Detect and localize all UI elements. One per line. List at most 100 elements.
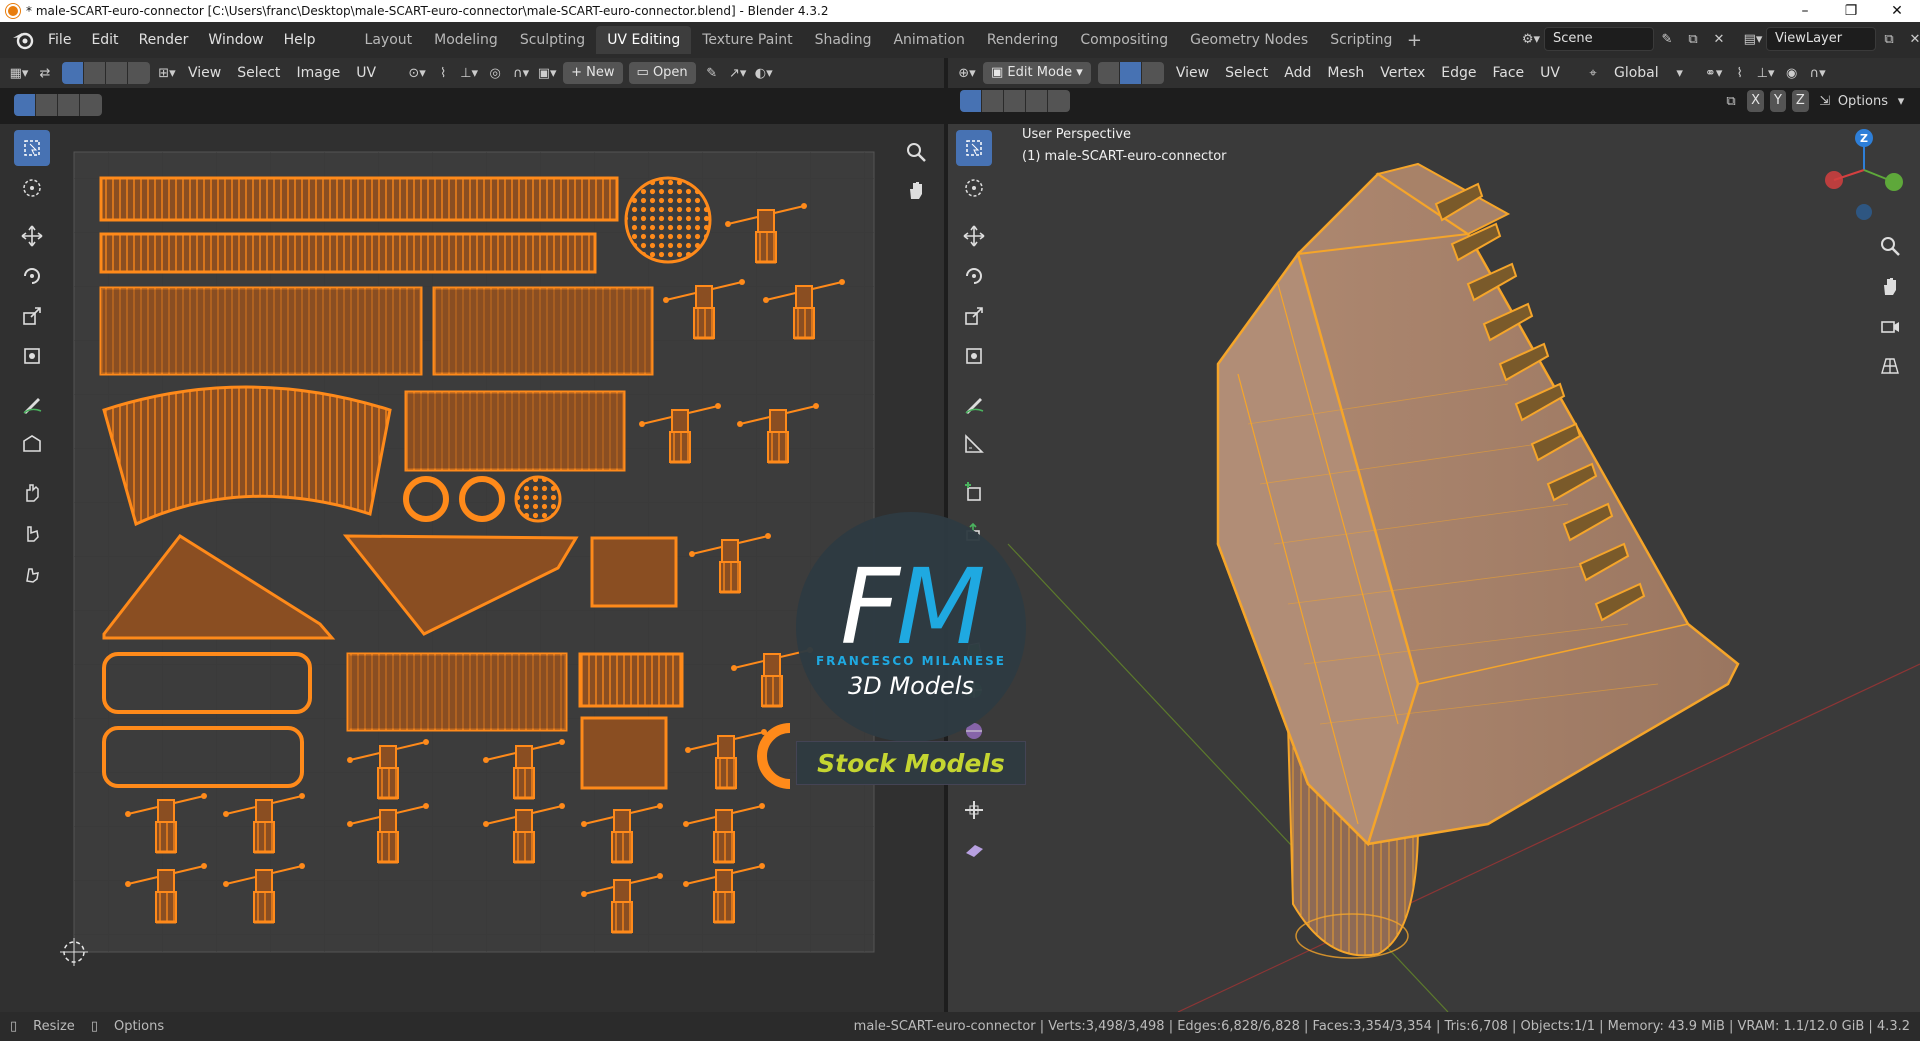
tab-compositing[interactable]: Compositing bbox=[1069, 26, 1179, 54]
scene-icon[interactable]: ⚙▾ bbox=[1518, 27, 1544, 51]
falloff-icon[interactable]: ∩▾ bbox=[508, 61, 534, 85]
uv-menu-uv[interactable]: UV bbox=[348, 65, 384, 81]
auto-merge-icon[interactable]: ⇲ bbox=[1812, 89, 1838, 113]
vp-menu-view[interactable]: View bbox=[1168, 65, 1217, 81]
orientation-dropdown-icon[interactable]: ▾ bbox=[1667, 61, 1693, 85]
tab-animation[interactable]: Animation bbox=[882, 26, 975, 54]
rip-region-tool-icon[interactable] bbox=[956, 832, 992, 868]
open-image-button[interactable]: ▭ Open bbox=[628, 62, 696, 84]
menu-render[interactable]: Render bbox=[129, 27, 199, 53]
tab-sculpting[interactable]: Sculpting bbox=[509, 26, 596, 54]
pin-icon[interactable]: ✎ bbox=[699, 61, 725, 85]
vp-pan-icon[interactable] bbox=[1872, 268, 1908, 304]
mirror-y-toggle[interactable]: Y bbox=[1769, 90, 1786, 112]
camera-view-icon[interactable] bbox=[1872, 308, 1908, 344]
uv-menu-image[interactable]: Image bbox=[288, 65, 348, 81]
new-scene-icon[interactable]: ⧉ bbox=[1680, 27, 1706, 51]
mirror-icon[interactable]: ⧉ bbox=[1718, 89, 1744, 113]
measure-tool-icon[interactable] bbox=[956, 426, 992, 462]
snap-icon[interactable]: ⌇ bbox=[430, 61, 456, 85]
options-dropdown[interactable]: Options bbox=[1838, 94, 1888, 109]
uv-zoom-icon[interactable] bbox=[898, 134, 934, 170]
vp-annotate-tool-icon[interactable] bbox=[956, 386, 992, 422]
add-cube-tool-icon[interactable] bbox=[956, 474, 992, 510]
image-browse-icon[interactable]: ▣▾ bbox=[534, 61, 560, 85]
delete-view-layer-icon[interactable]: ✕ bbox=[1902, 27, 1920, 51]
rip-tool-icon[interactable] bbox=[14, 426, 50, 462]
view-layer-icon[interactable]: ▤▾ bbox=[1740, 27, 1766, 51]
vp-menu-uv[interactable]: UV bbox=[1532, 65, 1568, 81]
transform-orientation-icon[interactable]: ⌖ bbox=[1580, 61, 1606, 85]
tab-texture-paint[interactable]: Texture Paint bbox=[691, 26, 803, 54]
delete-scene-icon[interactable]: ✕ bbox=[1706, 27, 1732, 51]
scene-pin-icon[interactable]: ✎ bbox=[1654, 27, 1680, 51]
sticky-select-icon[interactable]: ⊞▾ bbox=[154, 61, 180, 85]
select-box-tool-icon[interactable] bbox=[14, 130, 50, 166]
tab-shading[interactable]: Shading bbox=[804, 26, 883, 54]
view-layer-field[interactable]: ViewLayer bbox=[1766, 27, 1876, 51]
uv-select-mode[interactable] bbox=[62, 62, 150, 84]
vp-move-tool-icon[interactable] bbox=[956, 218, 992, 254]
move-tool-icon[interactable] bbox=[14, 218, 50, 254]
uv-overlay-icon[interactable]: ◐▾ bbox=[751, 61, 777, 85]
vp-menu-vertex[interactable]: Vertex bbox=[1372, 65, 1433, 81]
pinch-tool-icon[interactable] bbox=[14, 554, 50, 590]
transform-tool-icon[interactable] bbox=[14, 338, 50, 374]
perspective-toggle-icon[interactable] bbox=[1872, 348, 1908, 384]
vp-transform-tool-icon[interactable] bbox=[956, 338, 992, 374]
shear-tool-icon[interactable] bbox=[956, 792, 992, 828]
vp-snap-icon[interactable]: ⌇ bbox=[1727, 61, 1753, 85]
grab-tool-icon[interactable] bbox=[14, 474, 50, 510]
tab-modeling[interactable]: Modeling bbox=[423, 26, 509, 54]
vp-rotate-tool-icon[interactable] bbox=[956, 258, 992, 294]
vp-cursor-tool-icon[interactable] bbox=[956, 170, 992, 206]
proportional-edit-icon[interactable]: ◎ bbox=[482, 61, 508, 85]
mirror-z-toggle[interactable]: Z bbox=[1791, 90, 1809, 112]
uv-menu-select[interactable]: Select bbox=[229, 65, 288, 81]
vp-scale-tool-icon[interactable] bbox=[956, 298, 992, 334]
menu-window[interactable]: Window bbox=[198, 27, 273, 53]
vp-falloff-icon[interactable]: ∩▾ bbox=[1805, 61, 1831, 85]
scale-tool-icon[interactable] bbox=[14, 298, 50, 334]
editor-type-icon[interactable]: ▦▾ bbox=[6, 61, 32, 85]
tab-uv-editing[interactable]: UV Editing bbox=[596, 26, 692, 54]
tab-geometry-nodes[interactable]: Geometry Nodes bbox=[1179, 26, 1319, 54]
transform-orientation-value[interactable]: Global bbox=[1606, 65, 1667, 81]
uv-menu-view[interactable]: View bbox=[180, 65, 229, 81]
viewport-editor-type-icon[interactable]: ⊕▾ bbox=[954, 61, 980, 85]
vp-menu-add[interactable]: Add bbox=[1276, 65, 1319, 81]
mirror-x-toggle[interactable]: X bbox=[1747, 90, 1764, 112]
snap-target-icon[interactable]: ⊥▾ bbox=[456, 61, 482, 85]
cursor-tool-icon[interactable] bbox=[14, 170, 50, 206]
uv-pan-icon[interactable] bbox=[898, 172, 934, 208]
menu-help[interactable]: Help bbox=[274, 27, 326, 53]
scene-name-field[interactable]: Scene bbox=[1544, 27, 1654, 51]
vp-proportional-icon[interactable]: ◉ bbox=[1779, 61, 1805, 85]
pivot-point-icon[interactable]: ⚭▾ bbox=[1701, 61, 1727, 85]
vp-menu-mesh[interactable]: Mesh bbox=[1319, 65, 1372, 81]
3d-viewport-canvas[interactable]: User Perspective (1) male-SCART-euro-con… bbox=[948, 124, 1920, 1012]
navigation-gizmo[interactable]: Z bbox=[1818, 124, 1908, 224]
menu-file[interactable]: File bbox=[38, 27, 81, 53]
vp-snap-target-icon[interactable]: ⊥▾ bbox=[1753, 61, 1779, 85]
uv-gizmo-icon[interactable]: ↗▾ bbox=[725, 61, 751, 85]
vp-menu-edge[interactable]: Edge bbox=[1433, 65, 1484, 81]
tab-rendering[interactable]: Rendering bbox=[976, 26, 1070, 54]
tab-layout[interactable]: Layout bbox=[354, 26, 424, 54]
menu-edit[interactable]: Edit bbox=[81, 27, 128, 53]
close-button[interactable]: ✕ bbox=[1874, 0, 1920, 22]
vp-zoom-icon[interactable] bbox=[1872, 228, 1908, 264]
relax-tool-icon[interactable] bbox=[14, 514, 50, 550]
minimize-button[interactable]: – bbox=[1782, 0, 1828, 22]
sync-selection-icon[interactable]: ⇄ bbox=[32, 61, 58, 85]
vp-select-box-tool-icon[interactable] bbox=[956, 130, 992, 166]
pivot-icon[interactable]: ⊙▾ bbox=[404, 61, 430, 85]
vp-select-box-modes[interactable] bbox=[960, 90, 1070, 112]
restore-button[interactable]: ❐ bbox=[1828, 0, 1874, 22]
tab-scripting[interactable]: Scripting bbox=[1319, 26, 1403, 54]
vp-menu-face[interactable]: Face bbox=[1484, 65, 1532, 81]
new-image-button[interactable]: + New bbox=[563, 62, 623, 84]
annotate-tool-icon[interactable] bbox=[14, 386, 50, 422]
mesh-select-mode[interactable] bbox=[1097, 62, 1164, 84]
new-view-layer-icon[interactable]: ⧉ bbox=[1876, 27, 1902, 51]
